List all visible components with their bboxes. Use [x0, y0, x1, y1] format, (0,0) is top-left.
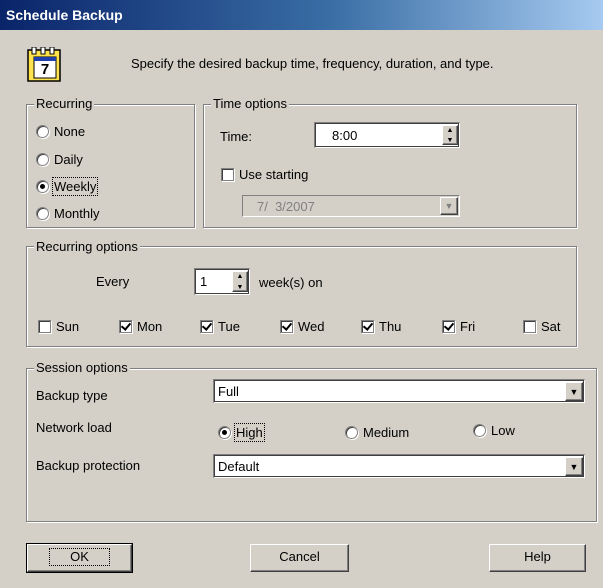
thu-indicator [361, 320, 374, 334]
calendar-day: 7 [40, 61, 50, 78]
window-title: Schedule Backup [6, 7, 123, 23]
radio-network-medium[interactable]: Medium [345, 424, 409, 441]
radio-network-low[interactable]: Low [473, 422, 515, 439]
every-spin-down-icon[interactable]: ▼ [233, 284, 247, 291]
time-spinner[interactable]: ▲ ▼ [442, 125, 458, 145]
title-bar[interactable]: Schedule Backup [0, 0, 603, 30]
week-unit-label: week(s) on [259, 275, 323, 290]
header-description: Specify the desired backup time, frequen… [131, 56, 494, 71]
every-value: 1 [200, 274, 208, 289]
high-indicator [218, 426, 231, 440]
radio-none-indicator [36, 125, 49, 139]
radio-monthly-indicator [36, 207, 49, 221]
every-spinner[interactable]: ▲ ▼ [232, 271, 248, 292]
use-starting-indicator [221, 168, 234, 182]
calendar-icon: 7 [26, 46, 64, 83]
spin-down-icon[interactable]: ▼ [443, 137, 457, 144]
every-label: Every [96, 274, 130, 289]
every-spin-up-icon[interactable]: ▲ [233, 273, 247, 280]
fri-indicator [442, 320, 455, 334]
tue-indicator [200, 320, 213, 334]
backup-type-value: Full [218, 384, 239, 399]
backup-protection-dropdown-icon[interactable]: ▼ [565, 457, 583, 476]
radio-weekly-indicator [36, 180, 49, 194]
sat-indicator [523, 320, 536, 334]
recurring-options-legend: Recurring options [34, 239, 140, 254]
radio-recurring-daily[interactable]: Daily [36, 151, 83, 168]
date-dropdown-icon: ▼ [440, 197, 458, 215]
every-input[interactable]: 1 ▲ ▼ [194, 268, 250, 295]
backup-type-dropdown-icon[interactable]: ▼ [565, 382, 583, 401]
ok-button[interactable]: OK [26, 543, 133, 573]
time-label: Time: [220, 129, 253, 144]
backup-protection-select[interactable]: Default ▼ [213, 454, 585, 478]
start-date-picker: 7/ 3/2007 ▼ [242, 195, 460, 217]
day-checkbox-sat[interactable]: Sat [523, 318, 561, 335]
day-checkbox-wed[interactable]: Wed [280, 318, 325, 335]
session-options-legend: Session options [34, 360, 130, 375]
time-input[interactable]: 8:00 ▲ ▼ [314, 122, 460, 148]
ok-button-label: OK [49, 548, 110, 566]
help-button-label: Help [524, 549, 551, 564]
radio-daily-indicator [36, 153, 49, 167]
spin-up-icon[interactable]: ▲ [443, 127, 457, 134]
day-checkbox-tue[interactable]: Tue [200, 318, 240, 335]
day-checkbox-sun[interactable]: Sun [38, 318, 79, 335]
network-load-label: Network load [36, 420, 112, 435]
radio-recurring-monthly[interactable]: Monthly [36, 205, 100, 222]
help-button[interactable]: Help [489, 544, 586, 572]
radio-recurring-none[interactable]: None [36, 123, 85, 140]
low-indicator [473, 424, 486, 438]
wed-indicator [280, 320, 293, 334]
day-checkbox-thu[interactable]: Thu [361, 318, 401, 335]
recurring-legend: Recurring [34, 96, 95, 111]
cancel-button[interactable]: Cancel [250, 544, 349, 572]
backup-type-label: Backup type [36, 388, 108, 403]
backup-type-select[interactable]: Full ▼ [213, 379, 585, 403]
use-starting-checkbox[interactable]: Use starting [221, 166, 308, 183]
radio-network-high[interactable]: High [218, 422, 265, 442]
backup-protection-value: Default [218, 459, 260, 474]
medium-indicator [345, 426, 358, 440]
day-checkbox-fri[interactable]: Fri [442, 318, 475, 335]
sun-indicator [38, 320, 51, 334]
time-options-legend: Time options [211, 96, 289, 111]
start-date-value: 7/ 3/2007 [257, 199, 315, 214]
day-checkbox-mon[interactable]: Mon [119, 318, 162, 335]
mon-indicator [119, 320, 132, 334]
backup-protection-label: Backup protection [36, 458, 141, 473]
radio-recurring-weekly[interactable]: Weekly [36, 176, 99, 196]
time-value: 8:00 [332, 128, 358, 143]
cancel-button-label: Cancel [279, 549, 320, 564]
